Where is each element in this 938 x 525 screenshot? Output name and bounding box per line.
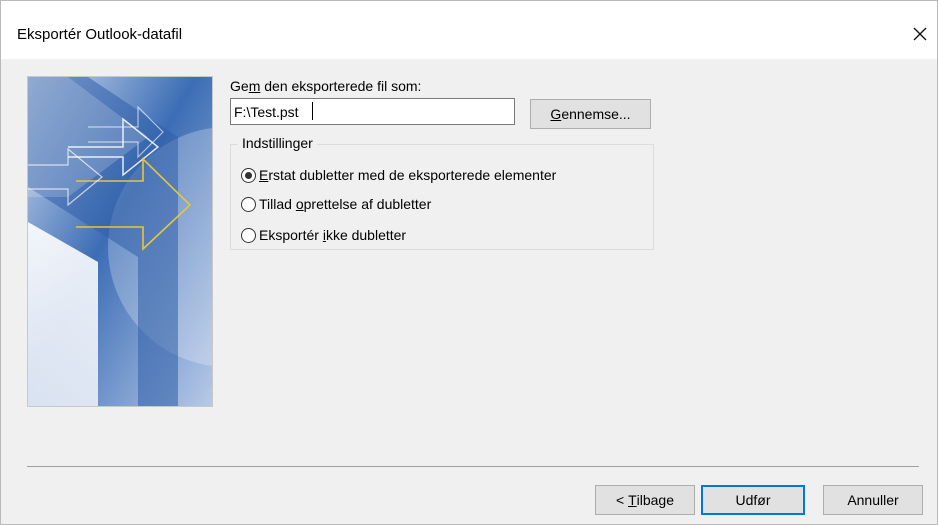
radio-no-duplicates[interactable]: Eksportér ikke dubletter — [241, 225, 406, 245]
radio-selected-dot — [245, 171, 252, 179]
title-bar: Eksportér Outlook-datafil — [1, 1, 937, 59]
radio-button[interactable] — [241, 227, 256, 243]
save-as-label: Gem den eksporterede fil som: — [230, 78, 422, 94]
export-dialog: Eksportér Outlook-datafil Gem den ekspor… — [0, 0, 938, 525]
radio-label: Erstat dubletter med de eksporterede ele… — [259, 167, 557, 183]
browse-button[interactable]: Gennemse... — [530, 99, 651, 129]
wizard-side-image — [27, 76, 213, 407]
text-caret — [312, 102, 313, 120]
file-path-input[interactable] — [230, 98, 515, 125]
finish-button[interactable]: Udfør — [701, 485, 805, 515]
options-group-label: Indstillinger — [238, 134, 317, 152]
radio-allow-duplicates[interactable]: Tillad oprettelse af dubletter — [241, 194, 431, 214]
radio-label: Tillad oprettelse af dubletter — [259, 196, 432, 212]
footer-separator — [27, 466, 919, 467]
wizard-arrows-graphic — [28, 77, 212, 406]
radio-button[interactable] — [241, 196, 256, 212]
radio-replace-duplicates[interactable]: Erstat dubletter med de eksporterede ele… — [241, 165, 556, 185]
cancel-button[interactable]: Annuller — [823, 485, 923, 515]
dialog-title: Eksportér Outlook-datafil — [17, 26, 183, 43]
close-icon — [913, 27, 927, 41]
radio-button[interactable] — [241, 167, 256, 183]
close-button[interactable] — [907, 21, 933, 47]
back-button[interactable]: < Tilbage — [595, 485, 695, 515]
radio-label: Eksportér ikke dubletter — [259, 227, 407, 243]
